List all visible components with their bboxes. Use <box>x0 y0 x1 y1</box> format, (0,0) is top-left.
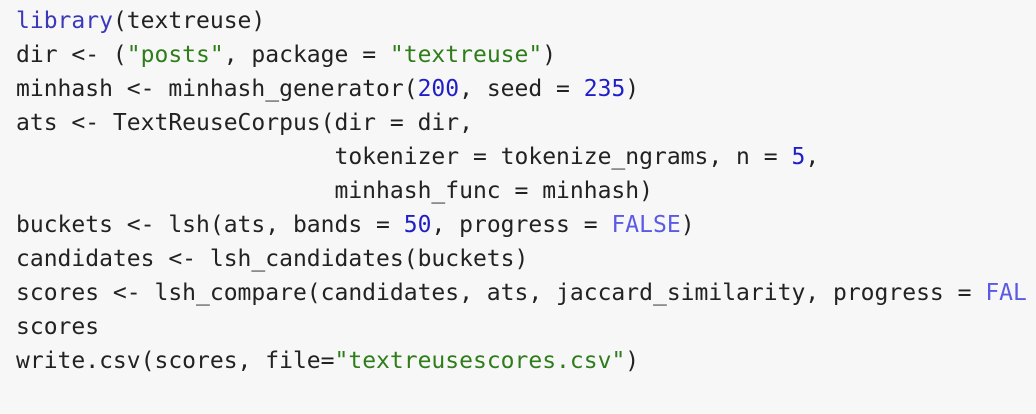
code-line: scores <box>16 310 1027 344</box>
code-token-string: "posts" <box>126 42 224 68</box>
code-token-constant: FAL <box>985 280 1027 306</box>
code-token-text: ) <box>542 42 557 68</box>
code-token-text: write.csv(scores, file= <box>16 348 335 374</box>
code-line: tokenizer = tokenize_ngrams, n = 5, <box>16 140 1027 174</box>
code-token-text: ) <box>625 76 640 102</box>
code-token-string: "textreusescores.csv" <box>334 348 626 374</box>
code-token-text: minhash_func = minhash) <box>16 178 653 204</box>
code-line: minhash <- minhash_generator(200, seed =… <box>16 72 1027 106</box>
code-token-text: ats <- TextReuseCorpus(dir = dir, <box>16 110 473 136</box>
code-token-text: , <box>805 144 820 170</box>
code-line: candidates <- lsh_candidates(buckets) <box>16 242 1027 276</box>
code-token-text: minhash <- minhash_generator( <box>16 76 418 102</box>
code-token-number: 50 <box>403 212 432 238</box>
code-token-number: 200 <box>417 76 460 102</box>
code-token-text: , package = <box>223 42 390 68</box>
code-token-function: library <box>16 8 113 34</box>
code-token-text: ) <box>625 348 640 374</box>
code-line: buckets <- lsh(ats, bands = 50, progress… <box>16 208 1027 242</box>
code-token-constant: FALSE <box>611 212 681 238</box>
code-token-text: (textreuse) <box>112 8 266 34</box>
code-token-text: scores <box>16 314 100 340</box>
code-line: write.csv(scores, file="textreusescores.… <box>16 344 1027 378</box>
code-token-text: buckets <- lsh(ats, bands = <box>16 212 404 238</box>
code-line: minhash_func = minhash) <box>16 174 1027 208</box>
code-block[interactable]: library(textreuse) dir <- ("posts", packa… <box>16 4 1027 378</box>
code-token-text: tokenizer = tokenize_ngrams, n = <box>16 144 792 170</box>
code-line: dir <- ("posts", package = "textreuse") <box>16 38 1027 72</box>
code-token-text: ) <box>680 212 695 238</box>
code-line: ats <- TextReuseCorpus(dir = dir, <box>16 106 1027 140</box>
code-token-string: "textreuse" <box>389 42 543 68</box>
code-editor-panel[interactable]: library(textreuse) dir <- ("posts", packa… <box>0 0 1036 414</box>
code-line: scores <- lsh_compare(candidates, ats, j… <box>16 276 1027 310</box>
code-token-text: dir <- ( <box>16 42 127 68</box>
code-token-text: , progress = <box>431 212 612 238</box>
code-token-text: candidates <- lsh_candidates(buckets) <box>16 246 529 272</box>
code-token-text: scores <- lsh_compare(candidates, ats, j… <box>16 280 986 306</box>
code-line: library(textreuse) <box>16 4 1027 38</box>
code-token-number: 5 <box>791 144 806 170</box>
code-token-number: 235 <box>583 76 626 102</box>
code-token-text: , seed = <box>459 76 584 102</box>
